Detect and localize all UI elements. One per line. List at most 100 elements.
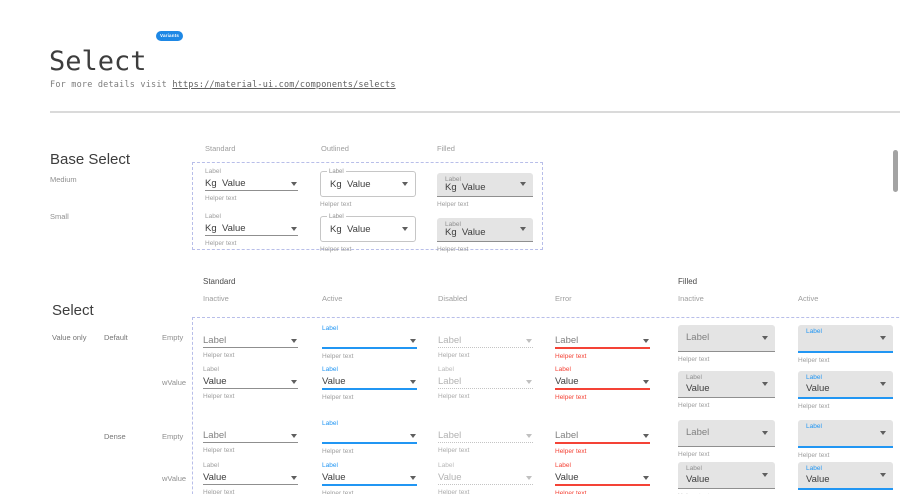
select-control[interactable]: Value (322, 374, 417, 390)
scrollbar-thumb[interactable] (893, 150, 898, 192)
select-control[interactable]: Value (555, 374, 650, 390)
dropdown-arrow-icon (526, 380, 532, 384)
dropdown-arrow-icon (526, 476, 532, 480)
select-value: Kg Value (445, 227, 486, 238)
helper-text: Helper text (437, 201, 533, 208)
select-filled-active: LabelValueHelper text (798, 462, 893, 494)
select-control[interactable]: Label (798, 325, 893, 353)
select-control[interactable]: Label (203, 428, 298, 443)
select-heading: Select (52, 302, 94, 319)
dropdown-arrow-icon (880, 336, 886, 340)
select-value: Value (686, 383, 710, 394)
select-value: Value (322, 376, 346, 387)
select-control[interactable]: LabelKg Value (437, 218, 533, 242)
select-control[interactable] (322, 333, 417, 349)
select-control[interactable] (322, 428, 417, 444)
select-label: Label (322, 365, 417, 374)
page: Select Variants For more details visit h… (0, 0, 900, 494)
select-standard-active: LabelValueHelper text (322, 461, 417, 494)
select-control[interactable]: Label (438, 428, 533, 443)
dropdown-arrow-icon (643, 339, 649, 343)
select-control[interactable]: LabelKgValue (320, 171, 416, 197)
select-standard-inactive: LabelHelper text (203, 324, 298, 359)
helper-text: Helper text (678, 402, 775, 409)
select-control[interactable]: Value (555, 470, 650, 486)
helper-text: Helper text (203, 489, 298, 494)
select-control[interactable]: Label Value (678, 462, 775, 489)
select-control[interactable]: Label (203, 333, 298, 348)
select-standard-small: LabelKgValueHelper text (205, 212, 298, 247)
select-label: Label (205, 212, 298, 221)
select-value: Value (686, 474, 710, 485)
helper-text: Helper text (438, 489, 533, 494)
select-label: Label (322, 419, 417, 428)
dropdown-arrow-icon (643, 476, 649, 480)
select-control[interactable]: KgValue (205, 221, 298, 236)
helper-text: Helper text (322, 394, 417, 401)
column-header-inactive: Inactive (203, 294, 229, 303)
dropdown-arrow-icon (291, 380, 297, 384)
helper-text: Helper text (555, 394, 650, 401)
dropdown-arrow-icon (291, 476, 297, 480)
select-value: Value (806, 383, 830, 394)
select-control[interactable]: LabelKgValue (320, 216, 416, 242)
select-standard-disabled: Label Helper text (438, 324, 533, 359)
select-label: Label (686, 465, 702, 472)
select-label: Label (327, 168, 346, 176)
base-select-heading: Base Select (50, 151, 130, 168)
row-group-dense: Dense (104, 432, 126, 441)
select-control[interactable]: Label (678, 420, 775, 447)
group-header-filled: Filled (678, 277, 697, 286)
helper-text: Helper text (438, 447, 533, 454)
select-control[interactable]: Label Value (798, 371, 893, 399)
select-control[interactable]: Label Value (678, 371, 775, 398)
select-control[interactable]: Value (438, 470, 533, 485)
select-value: Value (555, 376, 579, 387)
select-label: Label (686, 374, 702, 381)
dropdown-arrow-icon (526, 339, 532, 343)
dropdown-arrow-icon (291, 434, 297, 438)
select-control[interactable]: KgValue (205, 176, 298, 191)
select-control[interactable]: LabelKg Value (437, 173, 533, 197)
helper-text: Helper text (438, 352, 533, 359)
helper-text: Helper text (555, 490, 650, 494)
select-control[interactable]: Label (438, 333, 533, 348)
select-value: Label (555, 430, 578, 441)
select-control[interactable]: Label (678, 325, 775, 352)
helper-text: Helper text (203, 447, 298, 454)
select-filled-inactive: LabelValueHelper text (678, 462, 775, 494)
select-control[interactable]: Label (798, 420, 893, 448)
select-standard-active: Label Value Helper text (322, 365, 417, 401)
select-control[interactable]: Label (438, 374, 533, 389)
select-control[interactable]: Value (203, 470, 298, 485)
select-label (438, 419, 533, 428)
select-label (203, 419, 298, 428)
helper-text: Helper text (798, 357, 893, 364)
dropdown-arrow-icon (762, 336, 768, 340)
select-value: Value (322, 472, 346, 483)
select-control[interactable]: Value (322, 470, 417, 486)
helper-text: Helper text (678, 451, 775, 458)
select-label: Label (322, 324, 417, 333)
select-value: Label (203, 335, 226, 346)
dropdown-arrow-icon (762, 473, 768, 477)
divider (50, 111, 900, 113)
helper-text: Helper text (320, 201, 416, 208)
select-control[interactable]: Label (555, 333, 650, 349)
helper-text: Helper text (555, 448, 650, 455)
helper-text: Helper text (438, 393, 533, 400)
select-control[interactable]: Label (555, 428, 650, 444)
select-control[interactable]: LabelValue (798, 462, 893, 490)
dropdown-arrow-icon (880, 431, 886, 435)
select-label: Label (806, 465, 822, 472)
select-control[interactable]: Value (203, 374, 298, 389)
select-value: Label (438, 335, 461, 346)
dropdown-arrow-icon (880, 382, 886, 386)
select-outlined-small: LabelKgValueHelper text (320, 212, 416, 253)
docs-link[interactable]: https://material-ui.com/components/selec… (172, 80, 395, 90)
select-value: Kg Value (445, 182, 486, 193)
variants-badge[interactable]: Variants (156, 31, 183, 41)
select-value: Label (686, 420, 709, 446)
select-label: Label (806, 374, 822, 381)
select-label: Label (327, 213, 346, 221)
